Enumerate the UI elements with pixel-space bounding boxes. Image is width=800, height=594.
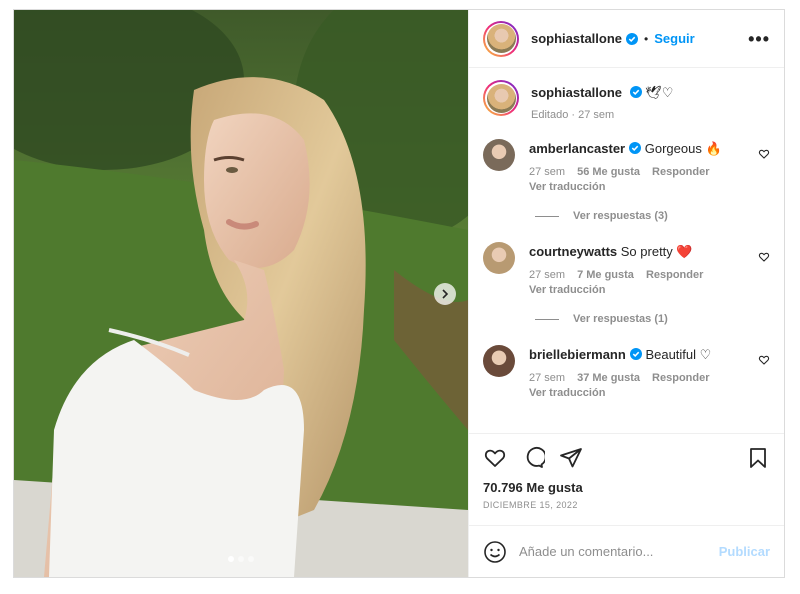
comments-list[interactable]: sophiastallone 🕊♡ Editado · 27 sem amber… bbox=[469, 68, 784, 433]
comment-likes[interactable]: 37 Me gusta bbox=[577, 372, 640, 384]
verified-icon bbox=[629, 142, 642, 154]
carousel-dot bbox=[238, 556, 244, 562]
view-replies-button[interactable]: Ver respuestas (3) bbox=[535, 210, 770, 222]
comment-like-heart-icon[interactable] bbox=[758, 251, 770, 263]
post-dialog: sophiastallone • Seguir ••• sophiastallo… bbox=[13, 9, 785, 578]
post-photo bbox=[14, 10, 468, 577]
reply-button[interactable]: Responder bbox=[646, 269, 703, 281]
bookmark-save-icon[interactable] bbox=[746, 446, 770, 470]
comment-bubble-icon[interactable] bbox=[521, 446, 545, 470]
like-heart-icon[interactable] bbox=[483, 446, 507, 470]
replies-divider bbox=[535, 318, 559, 320]
commenter-username[interactable]: briellebiermann bbox=[529, 347, 626, 362]
publish-button[interactable]: Publicar bbox=[719, 544, 770, 559]
carousel-dot bbox=[248, 556, 254, 562]
add-comment-bar: Publicar bbox=[469, 525, 784, 577]
verified-icon bbox=[629, 86, 642, 98]
follow-button[interactable]: Seguir bbox=[654, 31, 694, 46]
share-paper-plane-icon[interactable] bbox=[559, 446, 583, 470]
view-replies-label: Ver respuestas (1) bbox=[573, 313, 668, 325]
commenter-avatar[interactable] bbox=[483, 242, 515, 274]
post-date: DICIEMBRE 15, 2022 bbox=[483, 500, 578, 510]
replies-divider bbox=[535, 215, 559, 217]
caption-username[interactable]: sophiastallone bbox=[531, 85, 622, 100]
comment-text: So pretty ❤️ bbox=[620, 244, 693, 259]
comment-likes[interactable]: 7 Me gusta bbox=[577, 269, 634, 281]
view-replies-label: Ver respuestas (3) bbox=[573, 210, 668, 222]
verified-icon bbox=[626, 32, 639, 45]
comment-text: Gorgeous 🔥 bbox=[644, 141, 722, 156]
view-replies-button[interactable]: Ver respuestas (1) bbox=[535, 313, 770, 325]
comment-time[interactable]: 27 sem bbox=[529, 269, 565, 281]
chevron-right-icon bbox=[442, 289, 449, 299]
commenter-username[interactable]: courtneywatts bbox=[529, 244, 617, 259]
author-username[interactable]: sophiastallone bbox=[531, 31, 622, 46]
reply-button[interactable]: Responder bbox=[652, 372, 709, 384]
post-media[interactable] bbox=[14, 10, 468, 577]
post-header: sophiastallone • Seguir ••• bbox=[469, 10, 784, 68]
comment-input[interactable] bbox=[519, 544, 719, 559]
author-avatar[interactable] bbox=[483, 20, 519, 57]
comment-like-heart-icon[interactable] bbox=[758, 354, 770, 366]
next-slide-button[interactable] bbox=[434, 283, 456, 305]
comment-thread: amberlancaster Gorgeous 🔥 27 sem 56 Me gus… bbox=[483, 139, 770, 399]
post-caption: sophiastallone 🕊♡ Editado · 27 sem bbox=[483, 80, 770, 121]
emoji-smiley-icon[interactable] bbox=[483, 540, 507, 564]
carousel-dot bbox=[228, 556, 234, 562]
commenter-avatar[interactable] bbox=[483, 345, 515, 377]
more-options-icon[interactable]: ••• bbox=[748, 30, 770, 48]
comment-likes[interactable]: 56 Me gusta bbox=[577, 166, 640, 178]
translate-button[interactable]: Ver traducción bbox=[529, 387, 770, 399]
verified-icon bbox=[629, 348, 642, 360]
comment-text: Beautiful ♡ bbox=[645, 347, 712, 362]
comment-item: courtneywatts So pretty ❤️ 27 sem 7 Me gus… bbox=[483, 242, 770, 296]
comment-like-heart-icon[interactable] bbox=[758, 148, 770, 160]
commenter-avatar[interactable] bbox=[483, 139, 515, 171]
post-sidebar: sophiastallone • Seguir ••• sophiastallo… bbox=[468, 10, 784, 577]
header-separator: • bbox=[644, 31, 649, 46]
translate-button[interactable]: Ver traducción bbox=[529, 284, 770, 296]
caption-meta: Editado · 27 sem bbox=[531, 109, 615, 121]
carousel-indicator bbox=[228, 556, 254, 562]
commenter-username[interactable]: amberlancaster bbox=[529, 141, 625, 156]
comment-time[interactable]: 27 sem bbox=[529, 166, 565, 178]
comment-item: briellebiermann Beautiful ♡ 27 sem 37 Me g… bbox=[483, 345, 770, 399]
translate-button[interactable]: Ver traducción bbox=[529, 181, 770, 193]
caption-text: 🕊♡ bbox=[645, 85, 674, 100]
reply-button[interactable]: Responder bbox=[652, 166, 709, 178]
likes-count[interactable]: 70.796 Me gusta bbox=[483, 480, 770, 495]
comment-time[interactable]: 27 sem bbox=[529, 372, 565, 384]
comment-item: amberlancaster Gorgeous 🔥 27 sem 56 Me gus… bbox=[483, 139, 770, 193]
action-bar: 70.796 Me gusta DICIEMBRE 15, 2022 bbox=[469, 433, 784, 525]
caption-author-avatar[interactable] bbox=[483, 80, 519, 116]
